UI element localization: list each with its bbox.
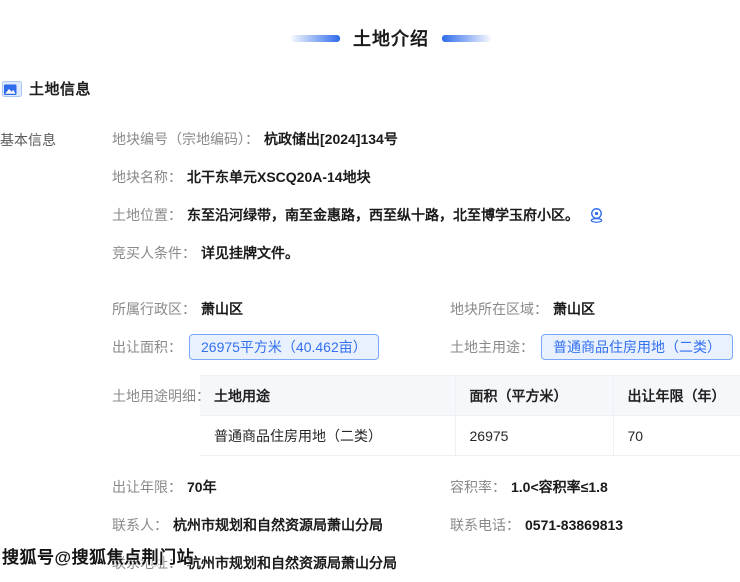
land-use-detail-block: 土地用途明细： 土地用途 面积（平方米） 出让年限（年） 普通商品住房用地（二类… bbox=[112, 375, 740, 456]
group-label-basic-info: 基本信息 bbox=[0, 130, 56, 150]
field-label: 所属行政区： bbox=[112, 299, 196, 319]
field-label: 土地用途明细： bbox=[112, 386, 210, 406]
field-label: 联系电话： bbox=[450, 515, 520, 535]
row-contact: 联系人： 杭州市规划和自然资源局萧山分局 联系电话： 0571-83869813 bbox=[112, 506, 740, 544]
cell-years: 70 bbox=[613, 416, 740, 456]
land-info-panel: 基本信息 地块编号（宗地编码）： 杭政储出[2024]134号 地块名称： 北干… bbox=[0, 120, 740, 582]
field-label: 土地主用途： bbox=[450, 337, 534, 357]
field-value: 0571-83869813 bbox=[525, 517, 623, 533]
field-label: 联系人： bbox=[112, 515, 168, 535]
table-header-years: 出让年限（年） bbox=[613, 376, 740, 416]
title-decor-bar-right bbox=[442, 35, 491, 42]
row-contact-address: 联系地址： 杭州市规划和自然资源局萧山分局 bbox=[112, 544, 740, 582]
row-parcel-code: 地块编号（宗地编码）： 杭政储出[2024]134号 bbox=[112, 120, 740, 158]
image-icon bbox=[2, 81, 22, 97]
table-header-use: 土地用途 bbox=[200, 376, 455, 416]
table-header-area: 面积（平方米） bbox=[455, 376, 613, 416]
field-value: 萧山区 bbox=[553, 299, 595, 319]
field-value: 详见挂牌文件。 bbox=[201, 243, 299, 263]
cell-area: 26975 bbox=[455, 416, 613, 456]
field-value: 杭州市规划和自然资源局萧山分局 bbox=[173, 515, 383, 535]
table-header-row: 土地用途 面积（平方米） 出让年限（年） bbox=[200, 376, 740, 416]
table-row: 普通商品住房用地（二类） 26975 70 bbox=[200, 416, 740, 456]
field-value: 1.0<容积率≤1.8 bbox=[511, 477, 608, 497]
field-value: 东至沿河绿带，南至金惠路，西至纵十路，北至博学玉府小区。 bbox=[187, 205, 579, 225]
row-area-mainuse: 出让面积： 26975平方米（40.462亩） 土地主用途： 普通商品住房用地（… bbox=[112, 328, 740, 366]
field-label: 竞买人条件： bbox=[112, 243, 196, 263]
row-location: 土地位置： 东至沿河绿带，南至金惠路，西至纵十路，北至博学玉府小区。 bbox=[112, 196, 740, 234]
field-label: 容积率： bbox=[450, 477, 506, 497]
field-value: 杭政储出[2024]134号 bbox=[264, 129, 398, 149]
field-label: 地块名称： bbox=[112, 167, 182, 187]
field-label: 地块编号（宗地编码）： bbox=[112, 129, 259, 149]
land-use-table: 土地用途 面积（平方米） 出让年限（年） 普通商品住房用地（二类） 26975 … bbox=[200, 375, 740, 456]
field-label: 土地位置： bbox=[112, 205, 182, 225]
row-bidder-condition: 竞买人条件： 详见挂牌文件。 bbox=[112, 234, 740, 272]
field-value: 萧山区 bbox=[201, 299, 243, 319]
field-label: 出让年限： bbox=[112, 477, 182, 497]
field-value: 杭州市规划和自然资源局萧山分局 bbox=[187, 553, 397, 573]
field-value: 70年 bbox=[187, 477, 217, 497]
transfer-area-tag: 26975平方米（40.462亩） bbox=[189, 334, 379, 360]
field-label: 地块所在区域： bbox=[450, 299, 548, 319]
field-label: 出让面积： bbox=[112, 337, 182, 357]
row-parcel-name: 地块名称： 北干东单元XSCQ20A-14地块 bbox=[112, 158, 740, 196]
section-header: 土地信息 bbox=[0, 78, 740, 99]
field-value: 北干东单元XSCQ20A-14地块 bbox=[187, 167, 371, 187]
page-title-block: 土地介绍 bbox=[21, 0, 740, 51]
row-years-ratio: 出让年限： 70年 容积率： 1.0<容积率≤1.8 bbox=[112, 468, 740, 506]
cell-land-use: 普通商品住房用地（二类） bbox=[200, 416, 455, 456]
page-title: 土地介绍 bbox=[353, 25, 429, 51]
row-district-region: 所属行政区： 萧山区 地块所在区域： 萧山区 bbox=[112, 290, 740, 328]
field-label: 联系地址： bbox=[112, 553, 182, 573]
title-decor-bar-left bbox=[291, 35, 340, 42]
main-use-tag: 普通商品住房用地（二类） bbox=[541, 334, 733, 360]
section-title: 土地信息 bbox=[29, 78, 91, 99]
map-location-pin-icon[interactable] bbox=[587, 206, 606, 225]
